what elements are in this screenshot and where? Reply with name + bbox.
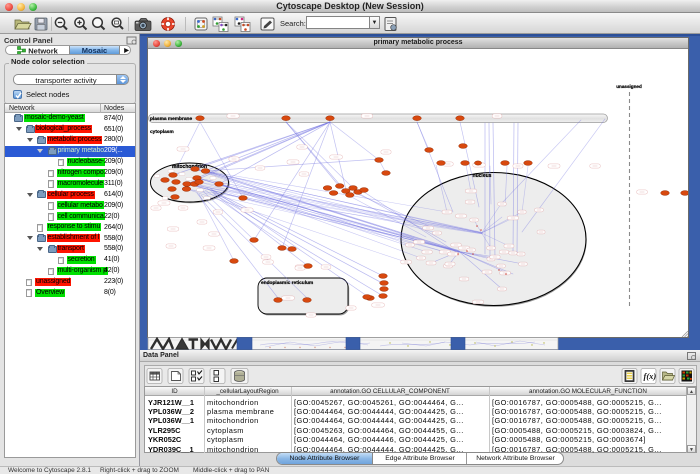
- svg-text:f(x): f(x): [644, 371, 657, 381]
- svg-text:endoplasmic reticulum: endoplasmic reticulum: [261, 279, 313, 285]
- svg-text:mitochondrion: mitochondrion: [172, 164, 207, 170]
- svg-text:cytoplasm: cytoplasm: [150, 129, 174, 135]
- svg-text:unassigned: unassigned: [616, 84, 642, 89]
- svg-text:nucleus: nucleus: [473, 173, 492, 179]
- svg-text:plasma membrane: plasma membrane: [150, 116, 192, 122]
